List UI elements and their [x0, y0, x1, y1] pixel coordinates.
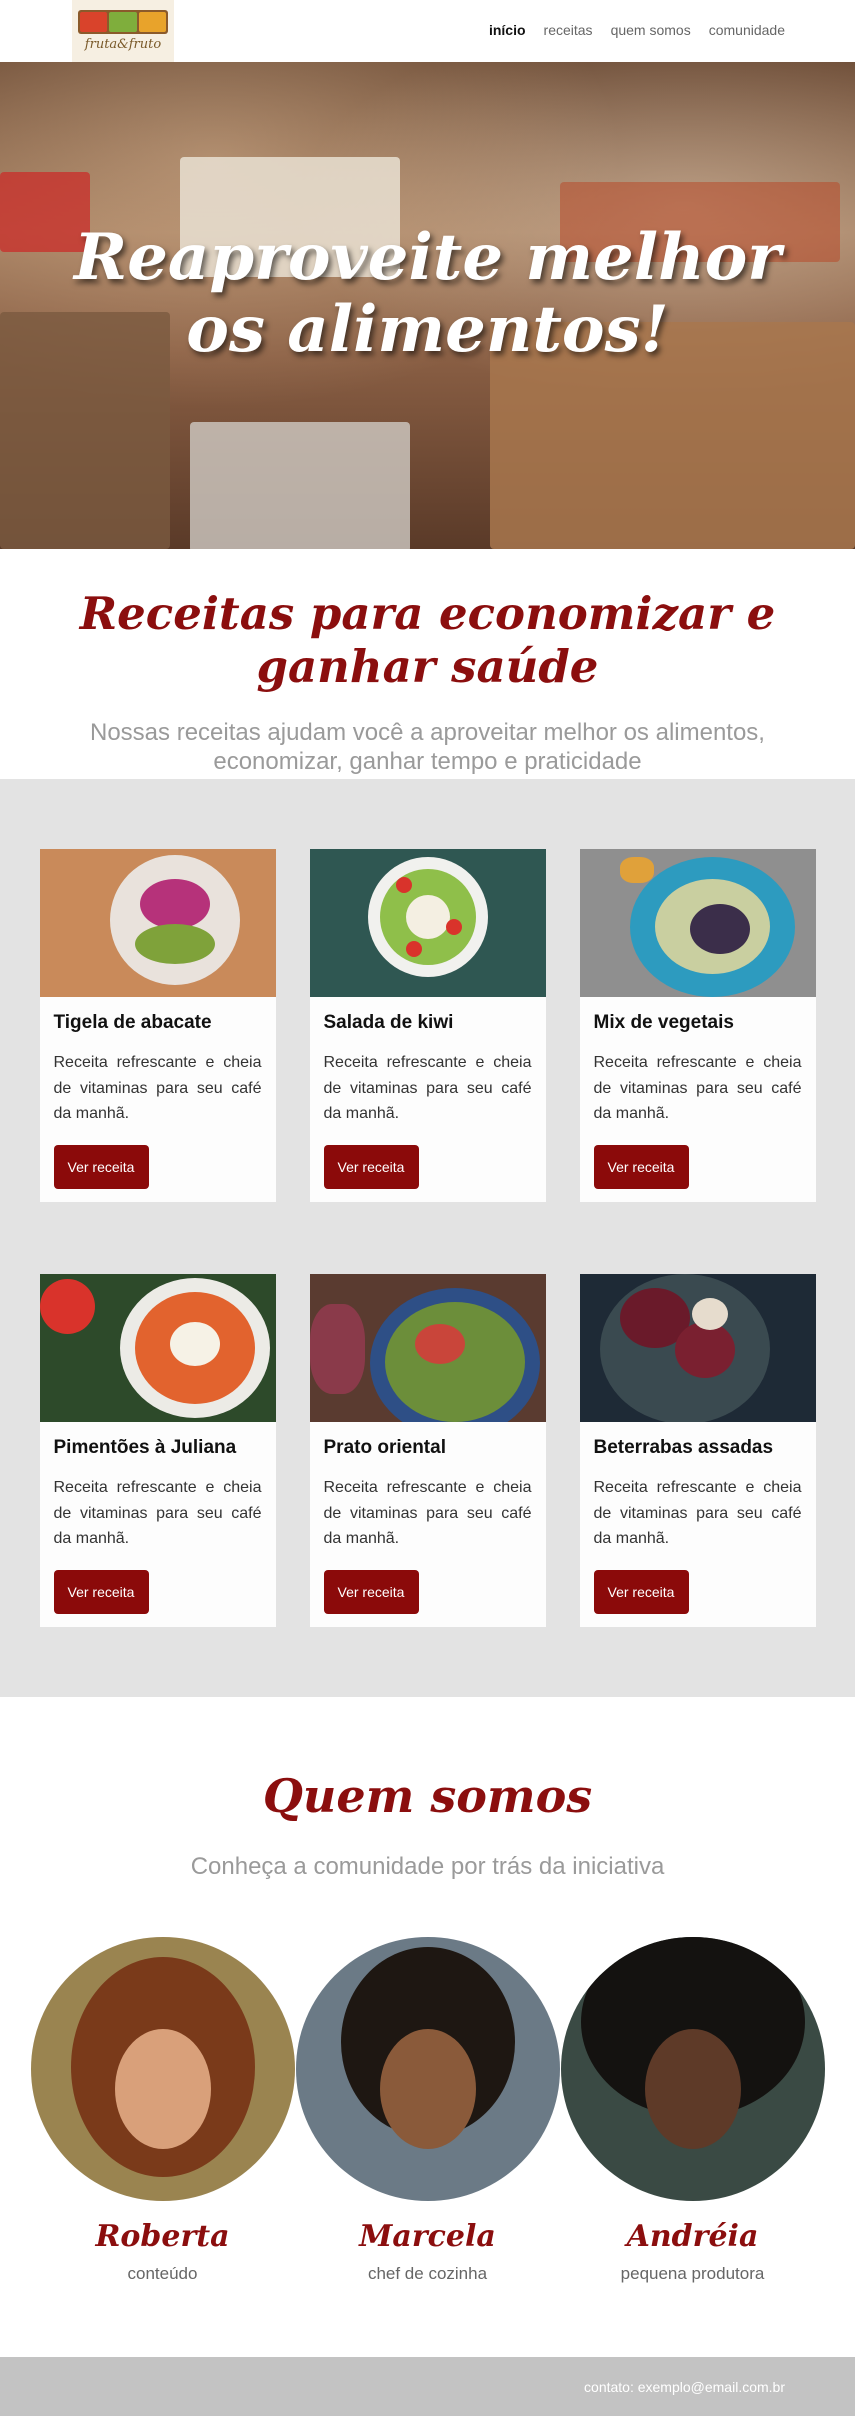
team-member-name: Roberta [95, 2219, 230, 2254]
nav-link-receitas[interactable]: receitas [544, 22, 593, 38]
recipes-subtitle: Nossas receitas ajudam você a aproveitar… [90, 719, 765, 775]
avocado-bowl-photo [39, 849, 276, 997]
nav-link-comunidade[interactable]: comunidade [709, 22, 785, 38]
recipe-card: Pimentões à Juliana Receita refrescante … [39, 1274, 276, 1627]
recipes-section: Tigela de abacate Receita refrescante e … [0, 779, 855, 1697]
vegetable-mix-photo [579, 849, 816, 997]
roasted-beets-photo [579, 1274, 816, 1422]
oriental-dish-photo [309, 1274, 546, 1422]
about-section: Quem somos Conheça a comunidade por trás… [0, 1697, 855, 2357]
team-member: Andréia pequena produtora [560, 1937, 825, 2284]
main-nav: início receitas quem somos comunidade [471, 22, 785, 38]
team-member-name: Marcela [359, 2219, 496, 2254]
recipe-row: Tigela de abacate Receita refrescante e … [39, 849, 816, 1202]
view-recipe-button[interactable]: Ver receita [323, 1144, 419, 1189]
fruit-crate-icon [78, 10, 168, 34]
hero-banner: Reaproveite melhor os alimentos! [0, 62, 855, 549]
recipe-row: Pimentões à Juliana Receita refrescante … [39, 1274, 816, 1627]
view-recipe-button[interactable]: Ver receita [53, 1569, 149, 1614]
recipe-title: Tigela de abacate [53, 1012, 212, 1033]
brand-logo[interactable]: fruta&fruto [72, 0, 174, 62]
recipe-card: Salada de kiwi Receita refrescante e che… [309, 849, 546, 1202]
brand-logo-text: fruta&fruto [84, 37, 162, 52]
team-member-role: conteúdo [127, 2264, 198, 2283]
avatar [560, 1937, 825, 2201]
recipe-card: Mix de vegetais Receita refrescante e ch… [579, 849, 816, 1202]
hero-title: Reaproveite melhor os alimentos! [74, 220, 781, 367]
view-recipe-button[interactable]: Ver receita [593, 1569, 689, 1614]
team-member: Roberta conteúdo [30, 1937, 295, 2284]
team-member-name: Andréia [626, 2219, 759, 2254]
recipe-title: Prato oriental [323, 1437, 446, 1458]
recipe-description: Receita refrescante e cheia de vitaminas… [53, 1479, 262, 1548]
view-recipe-button[interactable]: Ver receita [53, 1144, 149, 1189]
nav-link-inicio[interactable]: início [489, 22, 526, 38]
recipe-card: Tigela de abacate Receita refrescante e … [39, 849, 276, 1202]
kiwi-salad-photo [309, 849, 546, 997]
contact-email[interactable]: contato: exemplo@email.com.br [584, 2379, 785, 2395]
avatar [295, 1937, 560, 2201]
recipe-title: Pimentões à Juliana [53, 1437, 237, 1458]
recipe-description: Receita refrescante e cheia de vitaminas… [53, 1054, 262, 1123]
recipe-card: Prato oriental Receita refrescante e che… [309, 1274, 546, 1627]
market-crate-decoration [190, 422, 410, 549]
team-member: Marcela chef de cozinha [295, 1937, 560, 2284]
nav-link-quem-somos[interactable]: quem somos [611, 22, 691, 38]
team-list: Roberta conteúdo Marcela chef de cozinha… [30, 1937, 825, 2284]
peppers-julienne-photo [39, 1274, 276, 1422]
recipes-intro: Receitas para economizar e ganhar saúde … [0, 549, 855, 779]
recipe-description: Receita refrescante e cheia de vitaminas… [593, 1479, 802, 1548]
recipe-description: Receita refrescante e cheia de vitaminas… [323, 1479, 532, 1548]
view-recipe-button[interactable]: Ver receita [323, 1569, 419, 1614]
view-recipe-button[interactable]: Ver receita [593, 1144, 689, 1189]
about-subtitle: Conheça a comunidade por trás da iniciat… [190, 1853, 665, 1880]
recipes-title: Receitas para economizar e ganhar saúde [79, 587, 776, 693]
recipe-title: Beterrabas assadas [593, 1437, 774, 1458]
recipe-card: Beterrabas assadas Receita refrescante e… [579, 1274, 816, 1627]
navbar: fruta&fruto início receitas quem somos c… [0, 0, 855, 62]
recipe-title: Salada de kiwi [323, 1012, 454, 1033]
avatar [30, 1937, 295, 2201]
recipe-description: Receita refrescante e cheia de vitaminas… [593, 1054, 802, 1123]
recipe-description: Receita refrescante e cheia de vitaminas… [323, 1054, 532, 1123]
about-title: Quem somos [262, 1769, 593, 1823]
footer: contato: exemplo@email.com.br [0, 2357, 855, 2416]
team-member-role: chef de cozinha [367, 2264, 488, 2283]
team-member-role: pequena produtora [620, 2264, 765, 2283]
recipe-title: Mix de vegetais [593, 1012, 734, 1033]
